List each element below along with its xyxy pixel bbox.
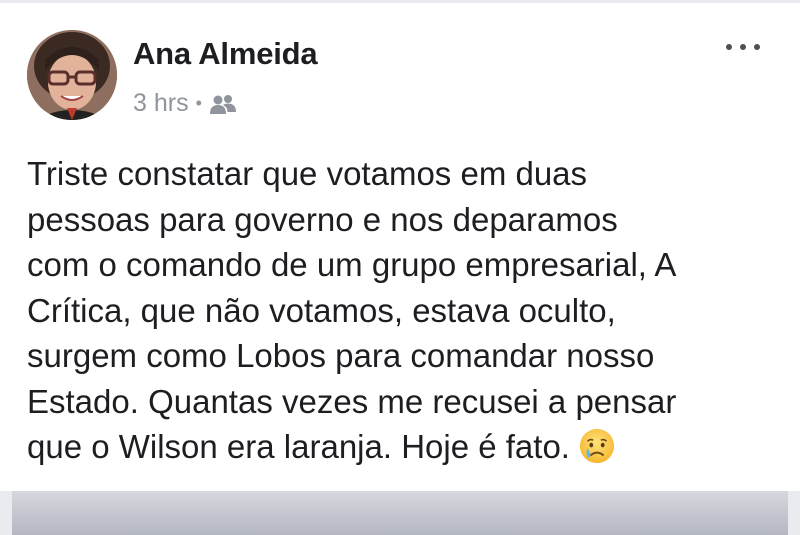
next-post-preview xyxy=(0,491,800,535)
post-text-line: Crítica, que não votamos, estava oculto, xyxy=(27,291,616,329)
band-edge-right xyxy=(788,491,800,535)
crying-face-emoji xyxy=(579,428,615,464)
post-text-line: surgem como Lobos para comandar nosso xyxy=(27,337,655,374)
more-options-icon[interactable] xyxy=(726,37,760,57)
post-text-line: Triste constatar que votamos em duas xyxy=(27,155,588,192)
author-name[interactable]: Ana Almeida xyxy=(133,36,318,72)
post-text-last-line: que o Wilson era laranja. Hoje é fato. xyxy=(27,424,775,470)
post-body: Triste constatar que votamos em duas pes… xyxy=(27,151,775,470)
post-meta: 3 hrs • xyxy=(133,89,237,118)
friends-icon[interactable] xyxy=(209,94,237,116)
avatar-photo xyxy=(27,30,117,120)
meta-separator: • xyxy=(195,93,202,113)
post-text-line: com o comando de um grupo empresarial, A xyxy=(27,246,677,283)
post-text-line: pessoas para governo e nos deparamos xyxy=(27,200,618,238)
post-card: Ana Almeida 3 hrs • Triste constatar que… xyxy=(0,3,800,491)
post-text-line: Estado. Quantas vezes me recusei a pensa… xyxy=(27,382,677,420)
post-text-line: que o Wilson era laranja. Hoje é fato. xyxy=(27,428,570,465)
avatar[interactable] xyxy=(27,30,117,120)
post-timestamp[interactable]: 3 hrs xyxy=(133,89,189,118)
band-edge-left xyxy=(0,491,12,535)
